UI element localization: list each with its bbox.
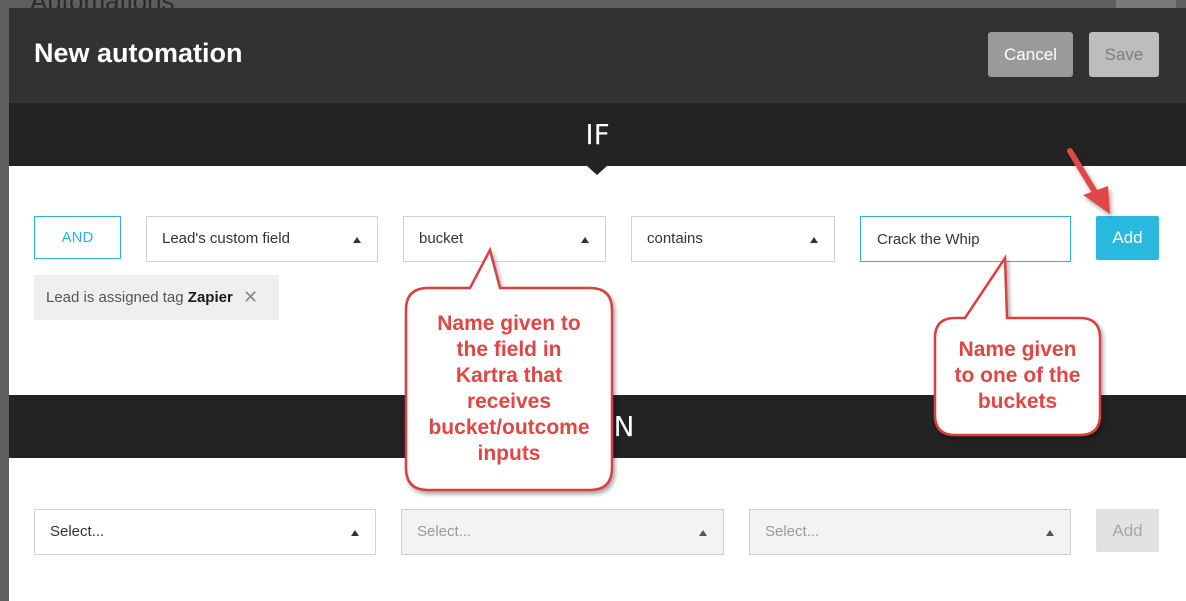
- modal-header: New automation Cancel Save: [9, 8, 1186, 103]
- action-select[interactable]: Select...: [34, 509, 376, 555]
- custom-field-name-select[interactable]: bucket: [403, 216, 606, 262]
- callout-line: Name given to: [437, 312, 581, 335]
- callout-line: to one of the: [954, 364, 1081, 387]
- dropdown-arrow-icon: [353, 237, 361, 243]
- action-option-select[interactable]: Select...: [749, 509, 1071, 555]
- callout-line: Kartra that: [455, 364, 563, 387]
- if-section-caret: [587, 166, 607, 175]
- callout-line: bucket/outcome: [428, 416, 590, 439]
- action-select-value: Select...: [50, 523, 105, 540]
- callout-text-field: Name given to the field in Kartra that r…: [408, 311, 610, 467]
- new-automation-modal: New automation Cancel Save IF AND Lead's…: [9, 8, 1186, 601]
- condition-chip-tag: Zapier: [187, 289, 233, 306]
- callout-line: buckets: [977, 390, 1058, 413]
- callout-line: the field in: [456, 338, 562, 361]
- dropdown-arrow-icon: [699, 530, 707, 536]
- cancel-button[interactable]: Cancel: [988, 32, 1073, 77]
- dropdown-arrow-icon: [351, 530, 359, 536]
- callout-line: receives: [466, 390, 552, 413]
- operator-select-value: contains: [647, 230, 703, 247]
- condition-chip-text: Lead is assigned tag: [46, 289, 184, 306]
- modal-title: New automation: [34, 38, 243, 68]
- dropdown-arrow-icon: [810, 237, 818, 243]
- custom-field-name-select-value: bucket: [419, 230, 464, 247]
- add-condition-button[interactable]: Add: [1096, 216, 1159, 260]
- action-target-select[interactable]: Select...: [401, 509, 724, 555]
- remove-condition-icon[interactable]: ✕: [243, 275, 258, 320]
- save-button[interactable]: Save: [1089, 32, 1159, 77]
- condition-value-input[interactable]: [860, 216, 1071, 262]
- action-target-select-value: Select...: [417, 523, 472, 540]
- if-section-label: IF: [585, 118, 610, 151]
- if-section-bar: IF: [9, 103, 1186, 175]
- callout-line: inputs: [477, 442, 541, 465]
- condition-field-select-value: Lead's custom field: [162, 230, 290, 247]
- callout-text-bucket: Name given to one of the buckets: [937, 337, 1098, 415]
- existing-condition-chip: Lead is assigned tag Zapier ✕: [34, 275, 279, 320]
- and-button[interactable]: AND: [34, 216, 121, 259]
- dropdown-arrow-icon: [581, 237, 589, 243]
- dropdown-arrow-icon: [1046, 530, 1054, 536]
- operator-select[interactable]: contains: [631, 216, 835, 262]
- callout-line: Name given: [958, 338, 1077, 361]
- add-action-button[interactable]: Add: [1096, 509, 1159, 552]
- action-option-select-value: Select...: [765, 523, 820, 540]
- condition-field-select[interactable]: Lead's custom field: [146, 216, 378, 262]
